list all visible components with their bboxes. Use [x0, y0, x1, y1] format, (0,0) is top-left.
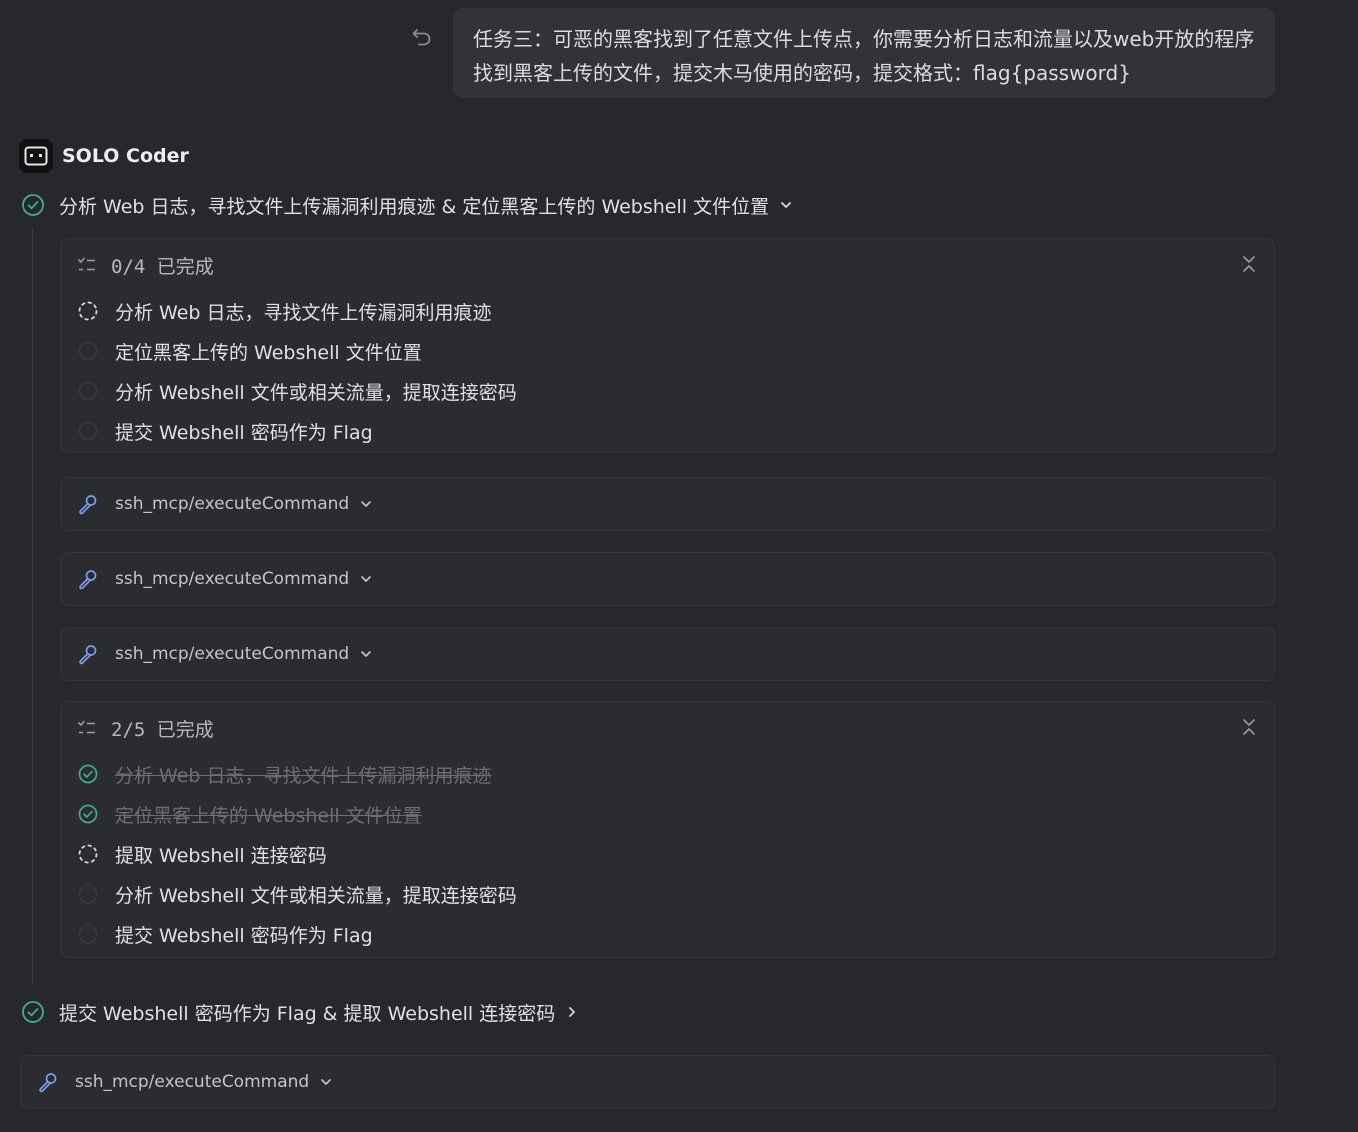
step-label: 提交 Webshell 密码作为 Flag & 提取 Webshell 连接密码	[59, 1002, 556, 1025]
todo-item-label: 提取 Webshell 连接密码	[115, 844, 327, 867]
spinner-icon	[78, 844, 98, 864]
tool-call-label: ssh_mcp/executeCommand	[115, 644, 350, 664]
step-header-2[interactable]: 提交 Webshell 密码作为 Flag & 提取 Webshell 连接密码	[21, 998, 579, 1026]
pending-circle-icon	[78, 421, 98, 441]
check-circle-icon	[78, 764, 98, 784]
tool-call-label: ssh_mcp/executeCommand	[115, 569, 350, 589]
user-message-bubble: 任务三：可恶的黑客找到了任意文件上传点，你需要分析日志和流量以及web开放的程序…	[453, 8, 1275, 98]
todo-list: 分析 Web 日志，寻找文件上传漏洞利用痕迹 定位黑客上传的 Webshell …	[77, 291, 517, 451]
todo-item-label: 分析 Web 日志，寻找文件上传漏洞利用痕迹	[115, 301, 492, 324]
todo-card: 0/4 已完成 分析 Web 日志，寻找文件上传漏洞利用痕迹 定位黑客上传的 W…	[60, 238, 1275, 453]
todo-item-label: 提交 Webshell 密码作为 Flag	[115, 421, 373, 444]
pending-circle-icon	[78, 924, 98, 944]
wrench-icon	[39, 1073, 57, 1093]
todo-item: 分析 Webshell 文件或相关流量，提取连接密码	[77, 371, 517, 411]
todo-header: 2/5 已完成	[77, 714, 214, 742]
tool-call-card[interactable]: ssh_mcp/executeCommand	[60, 627, 1275, 681]
timeline-line	[32, 228, 33, 985]
pending-circle-icon	[78, 381, 98, 401]
pending-circle-icon	[78, 341, 98, 361]
todo-item-label: 提交 Webshell 密码作为 Flag	[115, 924, 373, 947]
chevron-down-icon[interactable]	[319, 1075, 333, 1089]
checklist-icon	[78, 720, 95, 734]
tool-call-card[interactable]: ssh_mcp/executeCommand	[60, 477, 1275, 531]
checklist-icon	[78, 257, 95, 271]
collapse-icon[interactable]	[1238, 253, 1260, 275]
todo-progress-count: 0/4 已完成	[111, 255, 214, 278]
user-message-text: 任务三：可恶的黑客找到了任意文件上传点，你需要分析日志和流量以及web开放的程序…	[473, 27, 1255, 85]
wrench-icon	[79, 645, 97, 665]
todo-item: 分析 Webshell 文件或相关流量，提取连接密码	[77, 874, 517, 914]
check-circle-icon	[22, 1001, 44, 1023]
chevron-down-icon[interactable]	[359, 497, 373, 511]
todo-item: 定位黑客上传的 Webshell 文件位置	[77, 331, 517, 371]
todo-item-label: 定位黑客上传的 Webshell 文件位置	[115, 804, 422, 827]
todo-item-label: 分析 Web 日志，寻找文件上传漏洞利用痕迹	[115, 764, 492, 787]
todo-item-label: 分析 Webshell 文件或相关流量，提取连接密码	[115, 381, 517, 404]
wrench-icon	[79, 570, 97, 590]
todo-item: 提交 Webshell 密码作为 Flag	[77, 914, 517, 954]
tool-call-label: ssh_mcp/executeCommand	[115, 494, 350, 514]
todo-list: 分析 Web 日志，寻找文件上传漏洞利用痕迹 定位黑客上传的 Webshell …	[77, 754, 517, 954]
chevron-down-icon[interactable]	[359, 572, 373, 586]
agent-logo-icon	[19, 139, 53, 173]
chevron-down-icon[interactable]	[359, 647, 373, 661]
todo-item: 定位黑客上传的 Webshell 文件位置	[77, 794, 517, 834]
todo-item-label: 定位黑客上传的 Webshell 文件位置	[115, 341, 422, 364]
todo-card: 2/5 已完成 分析 Web 日志，寻找文件上传漏洞利用痕迹 定位黑客上传的 W…	[60, 701, 1275, 958]
todo-item: 分析 Web 日志，寻找文件上传漏洞利用痕迹	[77, 291, 517, 331]
agent-name: SOLO Coder	[62, 145, 189, 167]
tool-call-card[interactable]: ssh_mcp/executeCommand	[60, 552, 1275, 606]
tool-call-label: ssh_mcp/executeCommand	[75, 1072, 310, 1092]
todo-item: 提取 Webshell 连接密码	[77, 834, 517, 874]
todo-progress-count: 2/5 已完成	[111, 718, 214, 741]
check-circle-icon	[78, 804, 98, 824]
pending-circle-icon	[78, 884, 98, 904]
collapse-icon[interactable]	[1238, 716, 1260, 738]
todo-item: 提交 Webshell 密码作为 Flag	[77, 411, 517, 451]
step-header-1[interactable]: 分析 Web 日志，寻找文件上传漏洞利用痕迹 & 定位黑客上传的 Webshel…	[21, 191, 793, 219]
wrench-icon	[79, 495, 97, 515]
step-label: 分析 Web 日志，寻找文件上传漏洞利用痕迹 & 定位黑客上传的 Webshel…	[59, 195, 770, 218]
undo-icon[interactable]	[410, 24, 434, 48]
chevron-down-icon[interactable]	[779, 198, 793, 212]
todo-item: 分析 Web 日志，寻找文件上传漏洞利用痕迹	[77, 754, 517, 794]
check-circle-icon	[22, 194, 44, 216]
todo-header: 0/4 已完成	[77, 251, 214, 279]
todo-item-label: 分析 Webshell 文件或相关流量，提取连接密码	[115, 884, 517, 907]
tool-call-card[interactable]: ssh_mcp/executeCommand	[20, 1055, 1275, 1109]
spinner-icon	[78, 301, 98, 321]
chevron-right-icon[interactable]	[565, 1005, 579, 1019]
